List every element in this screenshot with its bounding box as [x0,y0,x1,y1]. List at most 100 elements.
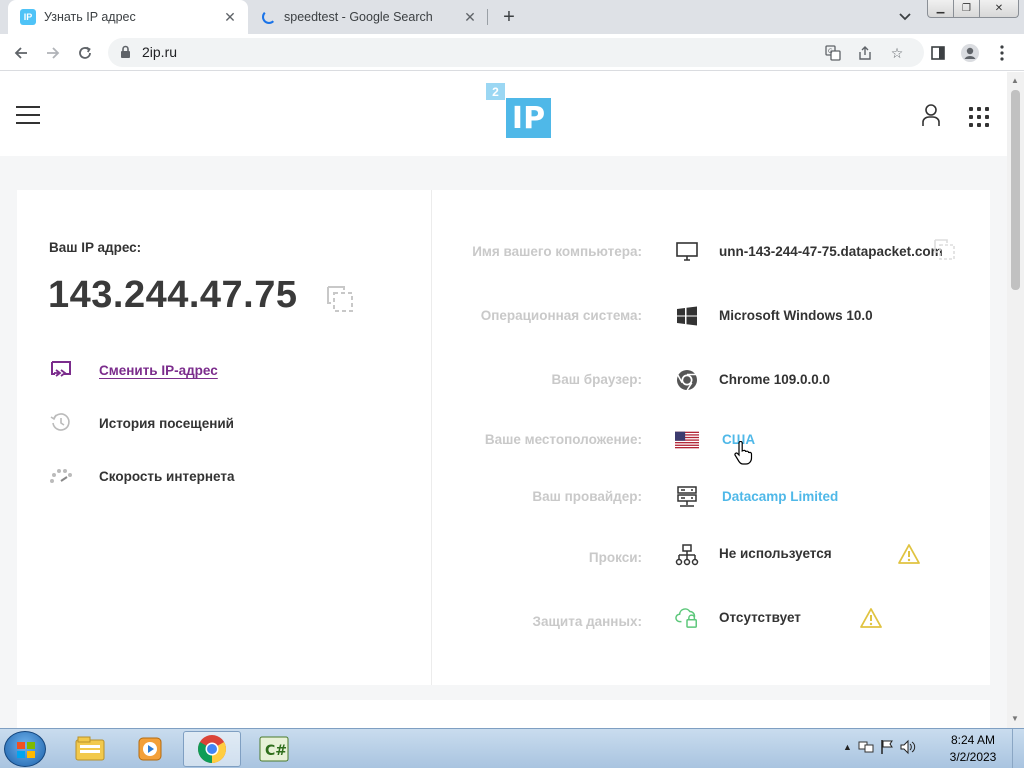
menu-label: Скорость интернета [99,468,235,484]
windows-taskbar: C# ▲ 8:24 AM 3/2/2023 [0,728,1024,768]
chrome-icon [675,368,699,392]
restore-button[interactable]: ❐ [953,0,980,18]
info-key: Ваш провайдер: [532,489,642,504]
menu-change-ip[interactable]: Сменить IP-адрес [49,358,218,382]
arrow-right-icon [47,47,60,59]
info-row-provider: Ваш провайдер: Datacamp Limited [432,482,990,512]
logo-mark: IP [506,98,551,138]
copy-small-icon[interactable] [934,239,956,261]
tab-close-icon[interactable]: ✕ [220,7,240,27]
speed-icon [49,464,73,488]
hand-cursor-icon [734,441,753,465]
menu-history[interactable]: История посещений [49,411,234,435]
system-tray: ▲ [843,739,916,755]
back-button[interactable] [9,41,33,65]
info-key: Прокси: [588,550,642,565]
browser-toolbar: 2ip.ru G ☆ [0,34,1024,71]
network-icon [675,544,699,568]
new-tab-button[interactable]: + [498,6,520,28]
site-header: 2 IP [0,72,1007,156]
info-row-location: Ваше местоположение: США [432,425,990,455]
bookmark-star-icon[interactable]: ☆ [888,44,906,62]
change-ip-icon [49,358,73,382]
svg-text:C#: C# [265,743,287,759]
translate-icon[interactable]: G [824,44,842,62]
network-tray-icon[interactable] [858,739,874,755]
clock-time: 8:24 AM [950,733,996,747]
tab-search-button[interactable] [895,8,915,26]
info-value: Отсутствует [719,610,801,625]
info-value: unn-143-244-47-75.datapacket.com [719,244,943,259]
address-bar[interactable]: 2ip.ru G ☆ [108,38,924,67]
info-key: Операционная система: [480,308,642,323]
arrow-left-icon [14,47,27,59]
tab-title: Узнать IP адрес [44,10,136,24]
menu-label: Сменить IP-адрес [99,362,218,378]
info-key: Имя вашего компьютера: [472,244,642,259]
page-scrollbar[interactable]: ▲ ▼ [1007,72,1024,728]
taskbar-csharp[interactable]: C# [245,731,303,767]
provider-link[interactable]: Datacamp Limited [722,489,838,504]
loading-spinner-icon [262,10,276,24]
chrome-icon [198,735,226,763]
warning-icon [898,544,920,564]
tab-separator [487,9,488,25]
forward-button[interactable] [41,41,65,65]
clock-date: 3/2/2023 [949,750,997,764]
reload-icon [79,46,91,59]
taskbar-explorer[interactable] [61,731,119,767]
tab-close-icon[interactable]: ✕ [460,7,480,27]
info-value: Chrome 109.0.0.0 [719,372,831,387]
taskbar-chrome[interactable] [183,731,241,767]
profile-button[interactable] [958,41,982,65]
window-close-button[interactable]: ✕ [979,0,1019,18]
show-desktop-button[interactable] [1012,729,1024,768]
scroll-up-icon[interactable]: ▲ [1011,76,1019,85]
info-key: Ваш браузер: [551,372,642,387]
url-text: 2ip.ru [142,44,178,60]
info-row-os: Операционная система: Microsoft Windows … [432,301,990,331]
site-logo[interactable]: 2 IP [486,83,552,140]
info-key: Защита данных: [532,614,642,629]
tab-title: speedtest - Google Search [284,10,433,24]
scroll-down-icon[interactable]: ▼ [1011,714,1019,723]
explorer-icon [75,736,105,761]
ip-value[interactable]: 143.244.47.75 [48,274,298,317]
info-value: Не используется [719,546,832,561]
share-icon[interactable] [856,44,874,62]
info-row-browser: Ваш браузер: Chrome 109.0.0.0 [432,365,990,395]
volume-icon[interactable] [900,739,916,755]
server-icon [675,485,699,509]
scrollbar-thumb[interactable] [1011,90,1020,290]
menu-speed[interactable]: Скорость интернета [49,464,234,488]
apps-grid-icon[interactable] [969,107,989,127]
minimize-button[interactable]: ▁ [927,0,954,18]
logo-badge: 2 [486,83,505,100]
user-icon[interactable] [919,103,943,127]
taskbar-media-player[interactable] [121,731,179,767]
reload-button[interactable] [73,41,97,65]
side-panel-button[interactable] [926,41,950,65]
monitor-icon [675,240,699,264]
start-button[interactable] [4,731,46,767]
tray-expand-icon[interactable]: ▲ [843,742,852,752]
chevron-down-icon [899,13,911,21]
cloud-lock-icon [675,605,699,629]
ip-info-card: Ваш IP адрес: 143.244.47.75 Сменить IP-а… [17,190,990,685]
tab-2ip[interactable]: IP Узнать IP адрес ✕ [8,0,248,34]
warning-icon [860,608,882,628]
tab-strip: IP Узнать IP адрес ✕ speedtest - Google … [0,0,1024,34]
flag-tray-icon[interactable] [880,739,894,755]
lock-icon[interactable] [120,45,131,59]
info-row-hostname: Имя вашего компьютера: unn-143-244-47-75… [432,237,990,267]
menu-button[interactable] [990,41,1014,65]
hamburger-menu-icon[interactable] [16,106,40,124]
system-clock[interactable]: 8:24 AM 3/2/2023 [944,732,1002,766]
info-key: Ваше местоположение: [484,432,642,447]
info-row-data-protection: Защита данных: Отсутствует [432,603,990,633]
copy-icon[interactable] [326,285,354,313]
profile-icon [961,44,979,62]
history-icon [49,411,73,435]
csharp-icon: C# [259,736,289,762]
tab-speedtest[interactable]: speedtest - Google Search ✕ [252,0,488,34]
